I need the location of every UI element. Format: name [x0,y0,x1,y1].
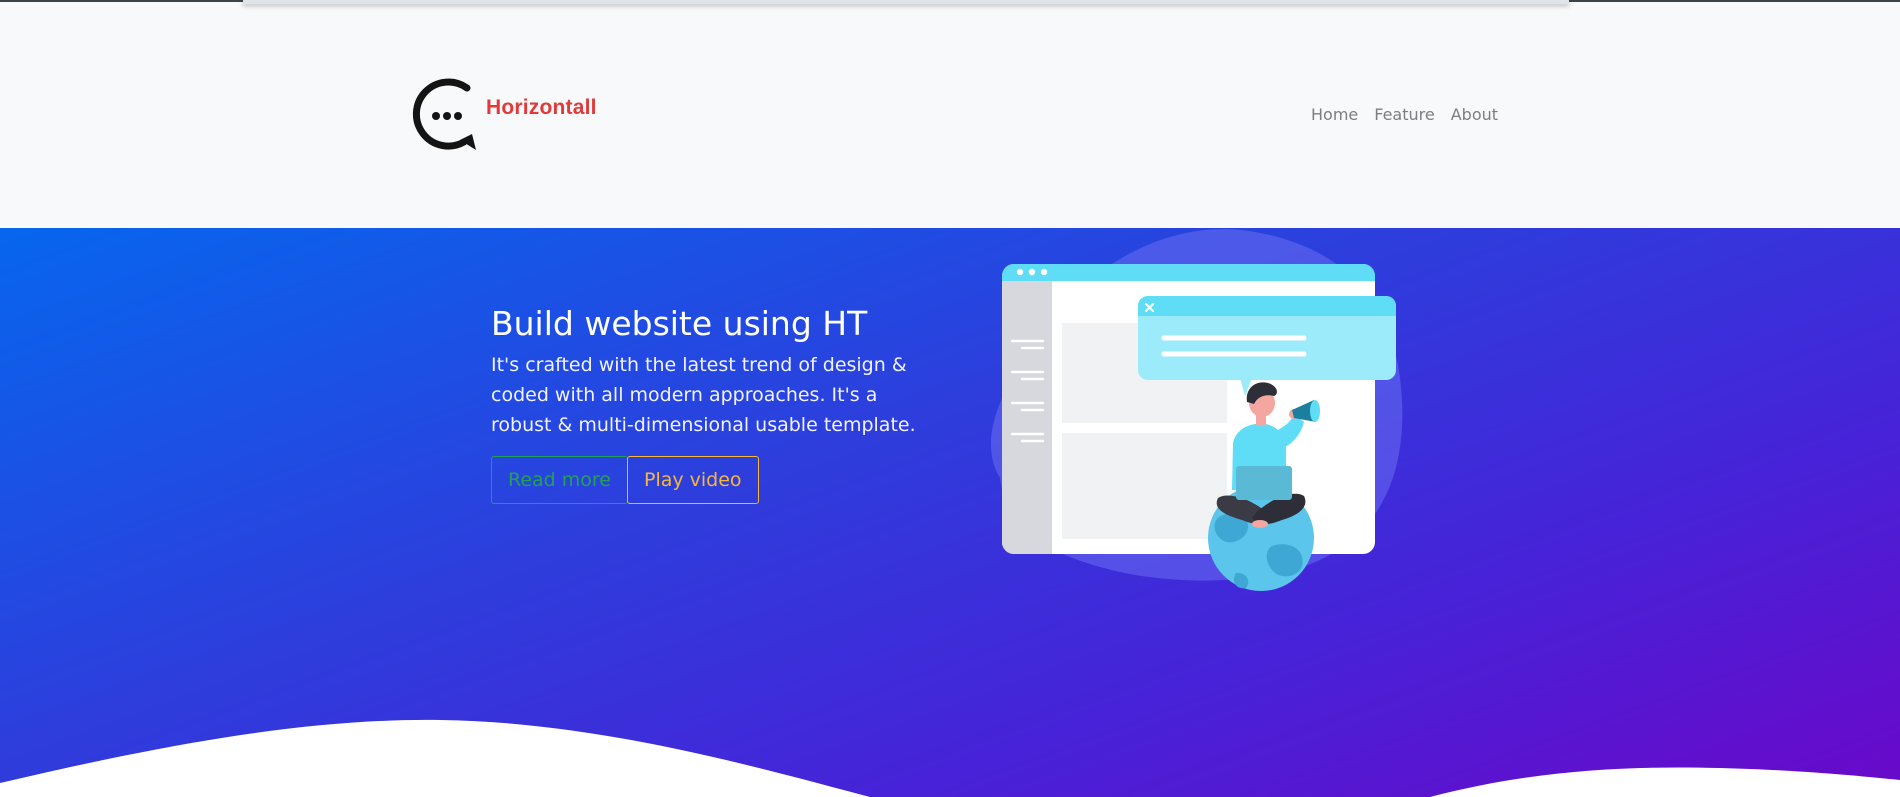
play-video-button[interactable]: Play video [627,456,759,504]
hero-buttons: Read more Play video [491,456,941,504]
brand-name: Horizontall [486,96,597,119]
chat-bubble-logo-icon [412,78,476,150]
hero-copy: Build website using HT It's crafted with… [491,303,941,504]
nav-home-link[interactable]: Home [1311,105,1358,124]
hero-section: Build website using HT It's crafted with… [0,228,1900,797]
nav-feature-link[interactable]: Feature [1374,105,1434,124]
nav-about-link[interactable]: About [1451,105,1498,124]
brand[interactable]: Horizontall [410,76,597,154]
hero-title: Build website using HT [491,304,868,343]
hero-illustration [990,229,1403,591]
hero-description: It's crafted with the latest trend of de… [491,354,916,436]
read-more-button[interactable]: Read more [491,456,628,504]
navbar: Horizontall Home Feature About [0,0,1900,228]
top-shadow-bar [243,0,1569,4]
main-nav: Home Feature About [1311,105,1498,124]
bottom-wave-shape [0,719,1900,797]
